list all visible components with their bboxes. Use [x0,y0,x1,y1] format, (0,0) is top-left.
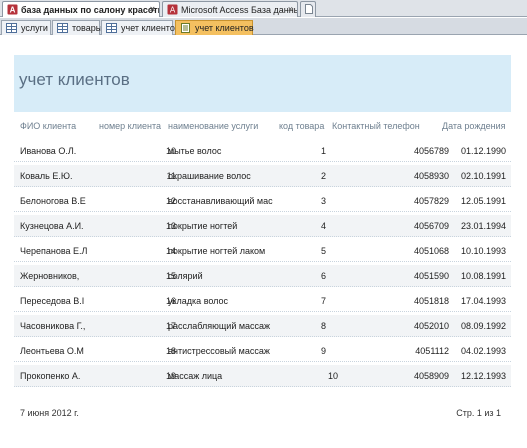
table-row: Леонтьева О.М 18 антистрессовый массаж 9… [14,340,511,362]
report-header: учет клиентов [14,55,511,112]
table-icon [106,23,117,33]
table-row: Прокопенко А. 19 массаж лица 10 4058909 … [14,365,511,387]
column-header-birth-date: Дата рождения [442,121,506,131]
new-tab-icon [305,3,313,16]
report-title: учет клиентов [19,70,130,89]
table-icon [57,23,68,33]
table-row: Кузнецова А.И. 13 покрытие ногтей 4 4056… [14,215,511,237]
tab-client-accounting-table[interactable]: учет клиентов [101,20,180,35]
cell-service: восстанавливающий мас [168,196,273,206]
cell-birth-date: 12.12.1993 [460,371,506,381]
cell-birth-date: 17.04.1993 [460,296,506,306]
cell-product-code: 2 [320,171,326,181]
table-row: Черепанова Е.Л 14 покрытие ногтей лаком … [14,240,511,262]
cell-fio: Переседова В.I [20,296,85,306]
browser-tab-access-db[interactable]: A Microsoft Access База данных × [162,1,298,17]
close-tab-icon[interactable]: × [150,4,155,14]
cell-fio: Прокопенко А. [20,371,81,381]
cell-birth-date: 10.08.1991 [460,271,506,281]
access-db-icon: A [7,4,18,15]
tab-label: услуги [21,23,48,33]
cell-birth-date: 12.05.1991 [460,196,506,206]
cell-fio: Коваль Е.Ю. [20,171,73,181]
cell-product-code: 10 [327,371,338,381]
svg-text:A: A [10,6,16,15]
browser-tab-beauty-salon-db[interactable]: A база данных по салону красоты × [2,1,160,17]
cell-product-code: 5 [320,246,326,256]
tab-services[interactable]: услуги [1,20,51,35]
cell-fio: Леонтьева О.М [20,346,84,356]
table-row: Часовникова Г., 17 расслабляющий массаж … [14,315,511,337]
tab-goods[interactable]: товары [52,20,103,35]
column-header-client-number: номер клиента [99,121,161,131]
tab-label: учет клиентов [195,23,254,33]
cell-product-code: 8 [320,321,326,331]
cell-birth-date: 23.01.1994 [460,221,506,231]
access-db-icon: A [167,4,178,15]
cell-fio: Часовникова Г., [20,321,86,331]
close-tab-icon[interactable]: × [288,4,293,14]
svg-text:A: A [170,6,176,15]
cell-product-code: 9 [320,346,326,356]
cell-product-code: 6 [320,271,326,281]
browser-tab-label: база данных по салону красоты [21,4,160,15]
cell-service: окрашивание волос [168,171,251,181]
tab-label: учет клиентов [121,23,180,33]
table-row: Белоногова В.Е 12 восстанавливающий мас … [14,190,511,212]
browser-tab-strip: A база данных по салону красоты × A Micr… [0,0,527,17]
browser-tab-label: Microsoft Access База данных [181,4,298,15]
table-icon [6,23,17,33]
cell-birth-date: 02.10.1991 [460,171,506,181]
column-header-product-code: код товара [279,121,325,131]
cell-fio: Кузнецова А.И. [20,221,84,231]
column-header-phone: Контактный телефон [332,121,420,131]
cell-service: расслабляющий массаж [168,321,271,331]
table-row: Жерновников, 15 солярий 6 4051590 10.08.… [14,265,511,287]
report-date: 7 июня 2012 г. [20,408,79,418]
cell-service: солярий [168,271,203,281]
tab-label: товары [72,23,103,33]
table-row: Коваль Е.Ю. 11 окрашивание волос 2 40589… [14,165,511,187]
report-icon [180,23,191,33]
cell-service: укладка волос [168,296,229,306]
cell-service: мытье волос [168,146,222,156]
table-row: Иванова О.Л. 10 мытье волос 1 4056789 01… [14,140,511,162]
table-row: Переседова В.I 16 укладка волос 7 405181… [14,290,511,312]
cell-service: антистрессовый массаж [168,346,270,356]
cell-fio: Белоногова В.Е [20,196,86,206]
cell-fio: Жерновников, [20,271,80,281]
cell-birth-date: 10.10.1993 [460,246,506,256]
column-header-service-name: наименование услуги [168,121,259,131]
tab-client-accounting-report[interactable]: учет клиентов [175,20,254,35]
cell-birth-date: 01.12.1990 [460,146,506,156]
cell-product-code: 4 [320,221,326,231]
cell-birth-date: 04.02.1993 [460,346,506,356]
cell-fio: Иванова О.Л. [20,146,77,156]
column-header-fio: ФИО клиента [20,121,77,131]
cell-fio: Черепанова Е.Л [20,246,88,256]
new-tab-button[interactable] [300,1,316,17]
cell-product-code: 7 [320,296,326,306]
cell-product-code: 3 [320,196,326,206]
object-tab-strip: услуги товары учет клиентов учет клиенто… [0,18,527,35]
cell-service: массаж лица [168,371,223,381]
cell-product-code: 1 [320,146,326,156]
page-number: Стр. 1 из 1 [456,408,501,418]
cell-service: покрытие ногтей [168,221,238,231]
cell-service: покрытие ногтей лаком [168,246,266,256]
cell-birth-date: 08.09.1992 [460,321,506,331]
